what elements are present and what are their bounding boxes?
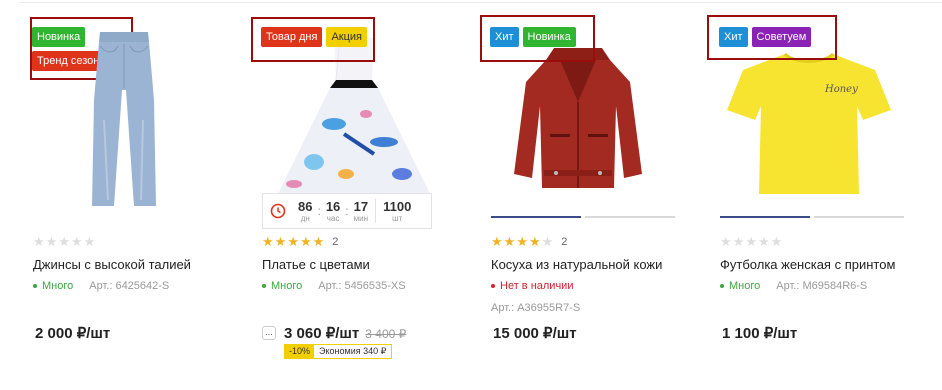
stock-status: Много xyxy=(271,280,303,292)
price: 1 100 ₽/шт xyxy=(722,325,798,342)
star-icon: ★ xyxy=(312,234,325,249)
star-icon: ★ xyxy=(70,234,83,249)
badge-hit: Хит xyxy=(719,27,748,47)
stock-dot xyxy=(491,284,495,288)
star-icon: ★ xyxy=(528,234,541,249)
badge-sale: Акция xyxy=(326,27,368,47)
star-icon: ★ xyxy=(491,234,503,249)
product-image-tshirt[interactable]: Honey xyxy=(725,48,893,196)
article-number: Арт.: 5456535-XS xyxy=(318,280,406,292)
star-icon: ★ xyxy=(287,234,299,249)
article-number: Арт.: 6425642-S xyxy=(89,280,170,292)
slider-segment[interactable] xyxy=(585,216,675,218)
stock-row: Много Арт.: 5456535-XS xyxy=(262,280,406,292)
discount-percent: -10% xyxy=(285,345,315,358)
slider-segment-active[interactable] xyxy=(720,216,810,218)
article-number: Арт.: M69584R6-S xyxy=(776,280,868,292)
timer-days: 86 дн xyxy=(298,198,313,223)
product-card[interactable]: Honey Хит Советуем ★ ★ ★ ★ ★ Футболка же… xyxy=(707,0,935,390)
stock-dot xyxy=(720,284,724,288)
discount-savings: Экономия 340 ₽ xyxy=(314,345,392,358)
slider-segment-active[interactable] xyxy=(491,216,581,218)
product-card[interactable]: Новинка Тренд сезона ★ ★ ★ ★ ★ Джинсы с … xyxy=(20,0,248,390)
star-icon: ★ xyxy=(58,234,70,249)
old-price: 3 400 ₽ xyxy=(365,327,407,341)
more-options-button[interactable]: ... xyxy=(262,326,276,340)
rating-stars: ★ ★ ★ ★ ★ xyxy=(720,235,782,248)
badge-hit: Хит xyxy=(490,27,519,47)
star-icon: ★ xyxy=(541,234,554,249)
product-title[interactable]: Платье с цветами xyxy=(262,257,370,272)
rating-count: 2 xyxy=(561,235,568,248)
product-title[interactable]: Футболка женская с принтом xyxy=(720,257,895,272)
star-icon: ★ xyxy=(757,234,770,249)
image-slider-indicator[interactable] xyxy=(720,216,904,218)
badge-new: Новинка xyxy=(32,27,86,47)
stock-row: Много Арт.: 6425642-S xyxy=(33,280,169,292)
countdown-timer: 86 дн : 16 час : 17 мин 1100 шт xyxy=(262,193,432,229)
timer-quantity: 1100 шт xyxy=(383,198,412,223)
badge-new: Новинка xyxy=(522,27,576,47)
star-icon: ★ xyxy=(770,234,783,249)
stock-dot xyxy=(262,284,266,288)
star-icon: ★ xyxy=(732,234,745,249)
badge-recommended: Советуем xyxy=(751,27,812,47)
star-icon: ★ xyxy=(274,234,287,249)
product-title[interactable]: Джинсы с высокой талией xyxy=(33,257,191,272)
product-image-jacket[interactable] xyxy=(510,42,646,192)
badge-deal-of-day: Товар дня xyxy=(261,27,323,47)
stock-status: Много xyxy=(729,280,761,292)
stock-row: Нет в наличии xyxy=(491,280,573,292)
star-icon: ★ xyxy=(720,234,732,249)
product-card[interactable]: Товар дня Акция 86 дн : 16 час : 17 мин 110… xyxy=(249,0,477,390)
rating-count: 2 xyxy=(332,235,339,248)
badge-group: Хит Советуем xyxy=(719,27,839,47)
tshirt-print-text: Honey xyxy=(824,84,858,95)
badge-group: Товар дня Акция xyxy=(261,27,381,47)
stock-row: Много Арт.: M69584R6-S xyxy=(720,280,867,292)
slider-segment[interactable] xyxy=(814,216,904,218)
product-image-jeans[interactable] xyxy=(86,30,162,210)
star-icon: ★ xyxy=(83,234,96,249)
badge-group: Хит Новинка xyxy=(490,27,600,47)
star-icon: ★ xyxy=(262,234,274,249)
product-card[interactable]: Хит Новинка ★ ★ ★ ★ ★ 2 Косуха из натура… xyxy=(478,0,706,390)
article-number: Арт.: A36955R7-S xyxy=(491,302,581,314)
stock-status: Много xyxy=(42,280,74,292)
product-title[interactable]: Косуха из натуральной кожи xyxy=(491,257,662,272)
star-icon: ★ xyxy=(745,234,757,249)
rating-stars: ★ ★ ★ ★ ★ 2 xyxy=(491,235,567,248)
star-icon: ★ xyxy=(45,234,58,249)
discount-badge: -10% Экономия 340 ₽ xyxy=(284,344,393,359)
price: 2 000 ₽/шт xyxy=(35,325,111,342)
stock-dot xyxy=(33,284,37,288)
timer-minutes: 17 мин xyxy=(353,198,369,223)
image-slider-indicator[interactable] xyxy=(491,216,675,218)
star-icon: ★ xyxy=(503,234,516,249)
price: 3 060 ₽/шт 3 400 ₽ xyxy=(284,325,407,342)
stock-status: Нет в наличии xyxy=(500,280,574,292)
timer-hours: 16 час xyxy=(325,198,341,223)
star-icon: ★ xyxy=(299,234,312,249)
clock-icon xyxy=(263,203,293,219)
rating-stars: ★ ★ ★ ★ ★ xyxy=(33,235,95,248)
star-icon: ★ xyxy=(516,234,528,249)
star-icon: ★ xyxy=(33,234,45,249)
price: 15 000 ₽/шт xyxy=(493,325,577,342)
rating-stars: ★ ★ ★ ★ ★ 2 xyxy=(262,235,338,248)
